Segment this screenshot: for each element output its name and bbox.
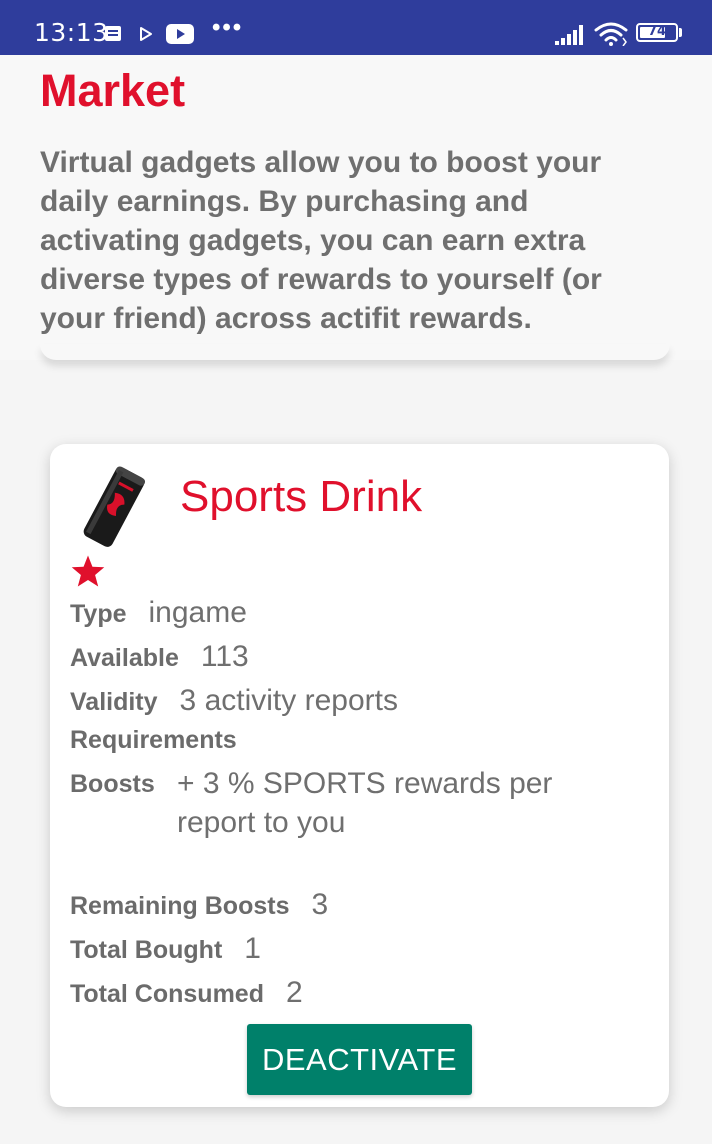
battery-tip — [679, 28, 682, 37]
total-consumed-label: Total Consumed — [70, 980, 264, 1008]
validity-label: Validity — [70, 688, 158, 716]
remaining-boosts-value: 3 — [311, 888, 329, 921]
play-icon — [140, 27, 152, 41]
validity-value: 3 activity reports — [179, 684, 398, 717]
signal-icon — [555, 25, 583, 45]
available-row: Available 113 — [70, 640, 249, 674]
wifi-icon — [594, 22, 628, 46]
notification-icon — [105, 26, 121, 41]
type-row: Type ingame — [70, 596, 247, 630]
total-bought-row: Total Bought 1 — [70, 932, 261, 966]
remaining-boosts-row: Remaining Boosts 3 — [70, 888, 328, 922]
type-label: Type — [70, 600, 127, 628]
requirements-row: Requirements — [70, 726, 237, 755]
sports-drink-can-icon — [83, 466, 146, 547]
status-bar: 13:13 ••• 74 — [0, 0, 712, 55]
total-consumed-row: Total Consumed 2 — [70, 976, 303, 1010]
battery-level: 74 — [647, 24, 667, 39]
type-value: ingame — [148, 596, 247, 629]
panel-divider — [40, 344, 670, 360]
gadget-card: Sports Drink Type ingame Available 113 V… — [50, 444, 669, 1107]
available-value: 113 — [200, 640, 249, 673]
gadget-name: Sports Drink — [180, 472, 423, 521]
boosts-value: + 3 % SPORTS rewards per report to you — [177, 767, 553, 839]
available-label: Available — [70, 644, 179, 672]
status-time: 13:13 — [34, 18, 109, 47]
remaining-boosts-label: Remaining Boosts — [70, 892, 290, 920]
deactivate-button[interactable]: DEACTIVATE — [247, 1024, 472, 1095]
more-icon: ••• — [212, 14, 244, 41]
page-title: Market — [40, 65, 186, 116]
market-description: Virtual gadgets allow you to boost your … — [40, 146, 602, 335]
boosts-label: Boosts — [70, 770, 155, 798]
total-bought-label: Total Bought — [70, 936, 223, 964]
requirements-label: Requirements — [70, 726, 237, 754]
market-panel: Market Virtual gadgets allow you to boos… — [0, 55, 712, 360]
validity-row: Validity 3 activity reports — [70, 684, 398, 718]
boosts-row: Boosts — [70, 770, 155, 799]
star-icon — [71, 555, 105, 587]
youtube-icon — [166, 24, 194, 44]
total-consumed-value: 2 — [285, 976, 303, 1009]
total-bought-value: 1 — [244, 932, 261, 965]
battery-icon: 74 — [636, 23, 678, 42]
